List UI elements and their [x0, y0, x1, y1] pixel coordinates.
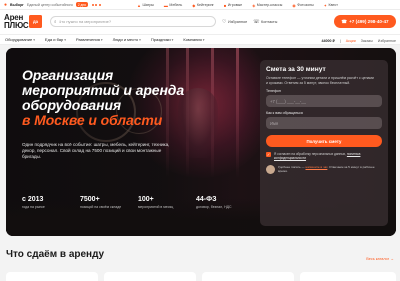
nav-separator: |: [339, 38, 341, 43]
catalog-card[interactable]: [104, 272, 196, 281]
quicklink-tents[interactable]: ▲ Шатры: [137, 3, 154, 8]
chat-link[interactable]: напишите в чат: [306, 165, 328, 169]
full-catalog-link[interactable]: Весь каталог →: [366, 257, 394, 261]
chevron-down-icon: ▾: [202, 37, 205, 42]
nav-food-bar[interactable]: Еда и бар ▾: [40, 37, 71, 42]
tent-icon: ▲: [137, 2, 141, 8]
hero-banner: Организация мероприятий и аренда оборудо…: [6, 48, 396, 236]
stage-icon: ◈: [252, 2, 256, 8]
chevron-down-icon: ▾: [64, 37, 66, 42]
quicklink-photozones[interactable]: ◉ Фотозоны: [292, 3, 313, 8]
nav-equipment[interactable]: Оборудование ▾: [0, 37, 40, 42]
nav-holidays[interactable]: Праздники ▾: [146, 37, 179, 42]
nav-people-place[interactable]: Люди и место ▾: [108, 37, 146, 42]
phone-number: +7 (499) 298-40-47: [349, 19, 389, 24]
contacts-icon: ☏: [253, 18, 260, 25]
section-title: Что сдаём в аренду: [6, 249, 105, 260]
location-pin-icon: ●: [4, 1, 8, 8]
logo[interactable]: Арен ПЛЮС да: [4, 14, 42, 30]
name-field-wrap: [266, 117, 382, 129]
photozone-icon: ◉: [292, 2, 296, 8]
search-icon: ⌕: [54, 19, 57, 24]
chevron-down-icon: ▾: [139, 37, 141, 42]
orders-link[interactable]: Заказы: [361, 39, 373, 43]
chevron-down-icon: ▾: [171, 37, 174, 42]
consent-text: Я согласен на обработку персональных дан…: [274, 152, 361, 160]
category-quicklinks: ▲ Шатры ▬ Мебель ◆ Кейтеринг ■ Игровые ◈ Маст…: [137, 0, 338, 10]
search-input[interactable]: [58, 19, 209, 24]
name-field[interactable]: [270, 120, 378, 126]
hero-title-accent: в Москве и области: [22, 112, 163, 128]
quicklink-furniture[interactable]: ▬ Мебель: [164, 3, 182, 8]
games-icon: ■: [223, 2, 227, 8]
furniture-icon: ▬: [163, 2, 168, 8]
quicklink-quest[interactable]: ✦ Квест: [324, 3, 338, 8]
tagline: Единый центр событийного: [26, 2, 73, 7]
form-title: Смета за 30 минут: [266, 66, 326, 73]
phone-label: Телефон: [266, 89, 281, 93]
catalog-card[interactable]: [202, 272, 294, 281]
get-estimate-button[interactable]: Получить смету: [266, 135, 382, 147]
main-nav: Оборудование ▾ Еда и бар ▾ Развлечения ▾ Лю…: [0, 34, 400, 45]
quicklink-catering[interactable]: ◆ Кейтеринг: [192, 3, 214, 8]
contacts-link[interactable]: ☏ Контакты: [253, 19, 277, 25]
catering-icon: ◆: [192, 2, 196, 8]
stat-warehouse: 7500+ позиций на своём складе: [80, 196, 122, 209]
nav-company[interactable]: Компания ▾: [178, 37, 209, 42]
chevron-down-icon: ▾: [100, 37, 103, 42]
hero-title: Организация мероприятий и аренда оборудо…: [22, 68, 252, 128]
stat-events: 100+ мероприятий в месяц: [138, 196, 174, 209]
top-bar: ● Выборг Единый центр событийного 2 дня …: [0, 0, 400, 10]
cart-total[interactable]: 44000 ₽: [322, 39, 335, 43]
quicklink-games[interactable]: ■ Игровые: [224, 3, 242, 8]
status-dots: [91, 3, 101, 6]
city-name[interactable]: Выборг: [10, 3, 24, 7]
city-selector[interactable]: ● Выборг Единый центр событийного 2 дня: [4, 2, 88, 8]
consent-row: ✓ Я согласен на обработку персональных д…: [266, 152, 382, 160]
site-header: Арен ПЛЮС да ⌕ ♡Избранное ☏Контакты ☎ +7…: [0, 10, 400, 34]
catalog-card[interactable]: [6, 272, 98, 281]
chevron-down-icon: ▾: [33, 37, 35, 42]
help-text: Удобнее писать — напишите в чат. Отвечае…: [278, 165, 375, 173]
phone-field[interactable]: [270, 98, 378, 104]
form-subtitle: Оставьте телефон — уточним детали и приш…: [266, 76, 374, 85]
nav-entertainment[interactable]: Развлечения ▾: [71, 37, 108, 42]
name-label: Как к вам обращаться: [266, 111, 303, 115]
phone-button[interactable]: ☎ +7 (499) 298-40-47: [334, 15, 396, 28]
wishlist-link[interactable]: Избранное: [378, 39, 396, 43]
chat-help-row: Удобнее писать — напишите в чат. Отвечае…: [266, 165, 382, 174]
favorites-link[interactable]: ♡ Избранное: [222, 19, 247, 25]
search-box[interactable]: ⌕: [50, 16, 216, 27]
nav-tools: 44000 ₽ | Акции Заказы Избранное: [322, 35, 397, 46]
online-badge: 2 дня: [75, 2, 88, 7]
consent-checkbox[interactable]: ✓: [266, 152, 271, 157]
header-links: ♡ Избранное ☏ Контакты: [222, 16, 283, 27]
manager-avatar: [266, 165, 275, 174]
stat-since: с 2013 года на рынке: [22, 196, 45, 209]
estimate-form: Смета за 30 минут Оставьте телефон — уто…: [260, 60, 388, 226]
phone-icon: ☎: [341, 18, 348, 24]
quicklink-masterclass[interactable]: ◈ Мастер-классы: [252, 3, 282, 8]
logo-badge: да: [29, 15, 42, 28]
hero-stats: с 2013 года на рынке 7500+ позиций на своё…: [22, 196, 262, 209]
catalog-card[interactable]: [300, 272, 396, 281]
favorite-icon: ♡: [222, 18, 227, 25]
stat-44fz: 44-ФЗ договор, безнал, НДС: [196, 196, 232, 209]
promo-link[interactable]: Акции: [346, 39, 356, 43]
quest-icon: ✦: [323, 2, 328, 8]
logo-line-2: ПЛЮС: [4, 21, 29, 30]
hero-description: Один подрядчик на всё событие: шатры, ме…: [22, 142, 170, 160]
phone-field-wrap: [266, 95, 382, 107]
